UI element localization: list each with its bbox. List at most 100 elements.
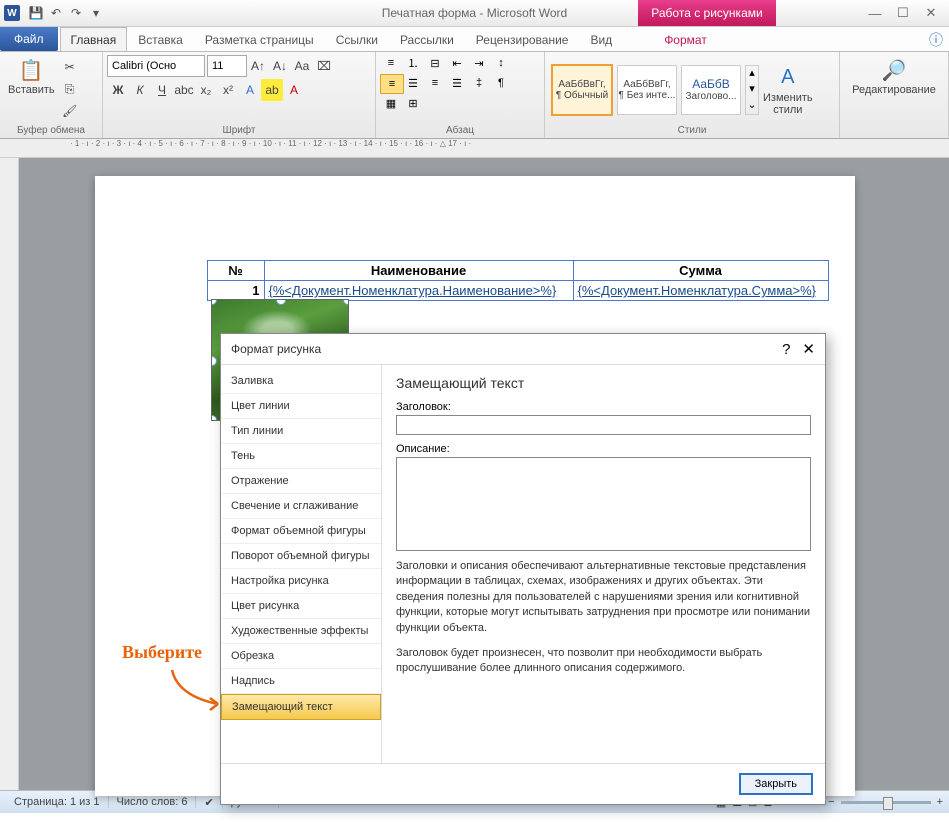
side-alt-text[interactable]: Замещающий текст (221, 694, 381, 720)
increase-indent-icon[interactable]: ⇥ (468, 54, 490, 72)
change-case-icon[interactable]: Aa (291, 55, 313, 77)
bullets-icon[interactable]: ≡ (380, 54, 402, 72)
bold-icon[interactable]: Ж (107, 79, 129, 101)
clear-format-icon[interactable]: ⌧ (313, 55, 335, 77)
side-fill[interactable]: Заливка (221, 369, 381, 394)
multilevel-icon[interactable]: ⊟ (424, 54, 446, 72)
italic-icon[interactable]: К (129, 79, 151, 101)
style-normal[interactable]: АаБбВвГг, ¶ Обычный (551, 64, 613, 116)
change-styles-icon: A (774, 64, 802, 92)
style-heading[interactable]: АаБбВ Заголово... (681, 65, 741, 115)
zoom-thumb[interactable] (883, 797, 893, 810)
side-shadow[interactable]: Тень (221, 444, 381, 469)
horizontal-ruler[interactable]: · 1 · ı · 2 · ı · 3 · ı · 4 · ı · 5 · ı … (0, 139, 949, 158)
side-picture-corrections[interactable]: Настройка рисунка (221, 569, 381, 594)
td-sum: {%<Документ.Номенклатура.Сумма>%} (573, 281, 828, 301)
resize-handle[interactable] (211, 299, 217, 305)
status-proofing-icon[interactable]: ✔ (196, 796, 222, 809)
side-artistic-effects[interactable]: Художественные эффекты (221, 619, 381, 644)
resize-handle[interactable] (211, 356, 217, 366)
document-table[interactable]: № Наименование Сумма 1 {%<Документ.Номен… (207, 260, 829, 301)
zoom-in-icon[interactable]: + (937, 796, 943, 808)
minimize-button[interactable]: — (861, 3, 889, 23)
subscript-icon[interactable]: x₂ (195, 79, 217, 101)
group-font-label: Шрифт (107, 125, 371, 138)
title-input[interactable] (396, 415, 811, 435)
side-crop[interactable]: Обрезка (221, 644, 381, 669)
side-3d-format[interactable]: Формат объемной фигуры (221, 519, 381, 544)
tab-format[interactable]: Формат (653, 27, 718, 51)
grow-font-icon[interactable]: A↑ (247, 55, 269, 77)
tab-page-layout[interactable]: Разметка страницы (194, 27, 325, 51)
font-size-combo[interactable]: 11 (207, 55, 247, 77)
close-button[interactable]: ✕ (917, 3, 945, 23)
highlight-icon[interactable]: ab (261, 79, 283, 101)
strike-icon[interactable]: abc (173, 79, 195, 101)
align-center-icon[interactable]: ☰ (402, 74, 424, 92)
format-painter-icon[interactable]: 🖌 (59, 100, 81, 122)
superscript-icon[interactable]: x² (217, 79, 239, 101)
paste-button[interactable]: 📋 Вставить (4, 54, 59, 98)
td-number: 1 (207, 281, 264, 301)
side-line-color[interactable]: Цвет линии (221, 394, 381, 419)
status-words[interactable]: Число слов: 6 (109, 796, 197, 808)
tab-view[interactable]: Вид (579, 27, 623, 51)
help-icon[interactable]: ⓘ (929, 30, 943, 50)
justify-icon[interactable]: ☰ (446, 74, 468, 92)
styles-down-icon[interactable]: ▾ (746, 82, 758, 98)
zoom-out-icon[interactable]: − (828, 796, 834, 808)
align-right-icon[interactable]: ≡ (424, 74, 446, 92)
side-picture-color[interactable]: Цвет рисунка (221, 594, 381, 619)
dialog-main: Замещающий текст Заголовок: Описание: За… (382, 365, 825, 763)
zoom-slider[interactable] (841, 801, 931, 804)
borders-icon[interactable]: ⊞ (402, 94, 424, 112)
shading-icon[interactable]: ▦ (380, 94, 402, 112)
decrease-indent-icon[interactable]: ⇤ (446, 54, 468, 72)
tab-references[interactable]: Ссылки (325, 27, 389, 51)
resize-handle[interactable] (276, 299, 286, 305)
tab-home[interactable]: Главная (60, 27, 128, 51)
style-nospacing[interactable]: АаБбВвГг, ¶ Без инте... (617, 65, 677, 115)
styles-up-icon[interactable]: ▴ (746, 66, 758, 82)
font-name-combo[interactable]: Calibri (Осно (107, 55, 205, 77)
description-textarea[interactable] (396, 457, 811, 551)
side-glow[interactable]: Свечение и сглаживание (221, 494, 381, 519)
show-hide-icon[interactable]: ¶ (490, 74, 512, 92)
group-editing: 🔎 Редактирование (840, 52, 949, 138)
align-left-icon[interactable]: ≡ (380, 74, 404, 94)
shrink-font-icon[interactable]: A↓ (269, 55, 291, 77)
copy-icon[interactable]: ⎘ (59, 78, 81, 100)
side-line-style[interactable]: Тип линии (221, 419, 381, 444)
tab-insert[interactable]: Вставка (127, 27, 194, 51)
styles-more-icon[interactable]: ⌄ (746, 98, 758, 114)
side-textbox[interactable]: Надпись (221, 669, 381, 694)
maximize-button[interactable]: ☐ (889, 3, 917, 23)
tab-review[interactable]: Рецензирование (465, 27, 580, 51)
dialog-help-icon[interactable]: ? (782, 341, 790, 358)
close-button[interactable]: Закрыть (739, 773, 813, 795)
ribbon: 📋 Вставить ✂ ⎘ 🖌 Буфер обмена Calibri (О… (0, 52, 949, 139)
change-styles-button[interactable]: A Изменить стили (759, 62, 817, 118)
sort-icon[interactable]: ↕ (490, 54, 512, 72)
dialog-titlebar[interactable]: Формат рисунка ? ✕ (221, 334, 825, 365)
resize-handle[interactable] (211, 415, 217, 421)
group-paragraph: ≡ ⒈ ⊟ ⇤ ⇥ ↕ ≡ ☰ ≡ ☰ ‡ ¶ ▦ ⊞ Абзац (376, 52, 545, 138)
tab-mailings[interactable]: Рассылки (389, 27, 465, 51)
vertical-ruler[interactable] (0, 158, 19, 790)
font-color-icon[interactable]: A (283, 79, 305, 101)
info-text-1: Заголовки и описания обеспечивают альтер… (396, 559, 811, 636)
cut-icon[interactable]: ✂ (59, 56, 81, 78)
text-effects-icon[interactable]: A (239, 79, 261, 101)
status-page[interactable]: Страница: 1 из 1 (6, 796, 109, 808)
resize-handle[interactable] (343, 299, 349, 305)
dialog-close-icon[interactable]: ✕ (802, 340, 815, 358)
line-spacing-icon[interactable]: ‡ (468, 74, 490, 92)
editing-button[interactable]: 🔎 Редактирование (848, 54, 940, 98)
side-3d-rotation[interactable]: Поворот объемной фигуры (221, 544, 381, 569)
tab-file[interactable]: Файл (0, 27, 58, 51)
dialog-sidebar: Заливка Цвет линии Тип линии Тень Отраже… (221, 365, 382, 763)
side-reflection[interactable]: Отражение (221, 469, 381, 494)
editing-label: Редактирование (852, 84, 936, 96)
numbering-icon[interactable]: ⒈ (402, 54, 424, 72)
underline-icon[interactable]: Ч (151, 79, 173, 101)
